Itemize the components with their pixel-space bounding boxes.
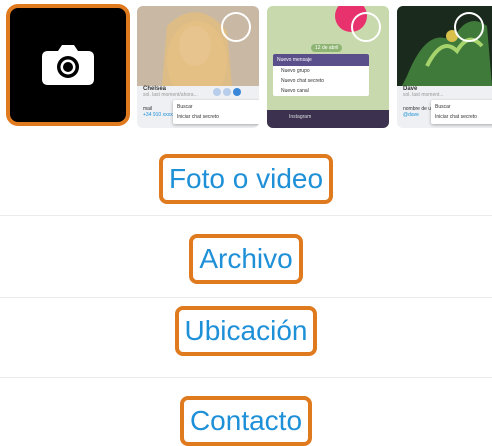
context-menu: Buscar Iniciar chat secreto xyxy=(173,100,259,124)
bottom-label: Instagram xyxy=(289,114,312,120)
option-label[interactable]: Archivo xyxy=(189,234,303,284)
option-file[interactable]: Archivo xyxy=(0,216,492,298)
menu-item[interactable]: Iniciar chat secreto xyxy=(177,112,257,122)
select-circle[interactable] xyxy=(454,12,484,42)
menu-item[interactable]: Buscar xyxy=(177,102,257,112)
menu-header: Nuevo mensaje xyxy=(273,54,369,66)
menu-item[interactable]: Buscar xyxy=(435,102,492,112)
camera-tile[interactable] xyxy=(6,4,130,126)
menu-item[interactable]: Nuevo grupo xyxy=(273,66,369,76)
menu-item[interactable]: Nuevo chat secreto xyxy=(273,76,369,86)
menu-item[interactable]: Iniciar chat secreto xyxy=(435,112,492,122)
date-badge: 12 de abril xyxy=(311,44,343,52)
media-thumbnail[interactable]: Chelsea sol. last moment/ahora... mail +… xyxy=(137,6,259,128)
option-label[interactable]: Ubicación xyxy=(174,306,318,356)
option-label[interactable]: Contacto xyxy=(179,396,313,446)
select-circle[interactable] xyxy=(221,12,251,42)
info-line: sol. last moment/ahora... xyxy=(143,92,198,98)
more-icon xyxy=(233,88,241,96)
action-icons xyxy=(213,88,241,96)
media-strip: Chelsea sol. last moment/ahora... mail +… xyxy=(0,0,492,132)
option-location[interactable]: Ubicación xyxy=(0,298,492,378)
menu-item[interactable]: Nuevo canal xyxy=(273,86,369,96)
camera-icon xyxy=(42,45,94,85)
call-icon xyxy=(213,88,221,96)
option-label[interactable]: Foto o video xyxy=(158,154,334,204)
context-menu: Buscar Iniciar chat secreto xyxy=(431,100,492,124)
new-message-menu: Nuevo mensaje Nuevo grupo Nuevo chat sec… xyxy=(273,54,369,96)
option-photo-video[interactable]: Foto o video xyxy=(0,136,492,216)
info-line: sol. last moment... xyxy=(403,92,444,98)
video-icon xyxy=(223,88,231,96)
media-thumbnail[interactable]: Dave sol. last moment... nombre de usuar… xyxy=(397,6,492,128)
option-contact[interactable]: Contacto xyxy=(0,378,492,446)
media-thumbnail[interactable]: 12 de abril Nuevo mensaje Nuevo grupo Nu… xyxy=(267,6,389,128)
select-circle[interactable] xyxy=(351,12,381,42)
